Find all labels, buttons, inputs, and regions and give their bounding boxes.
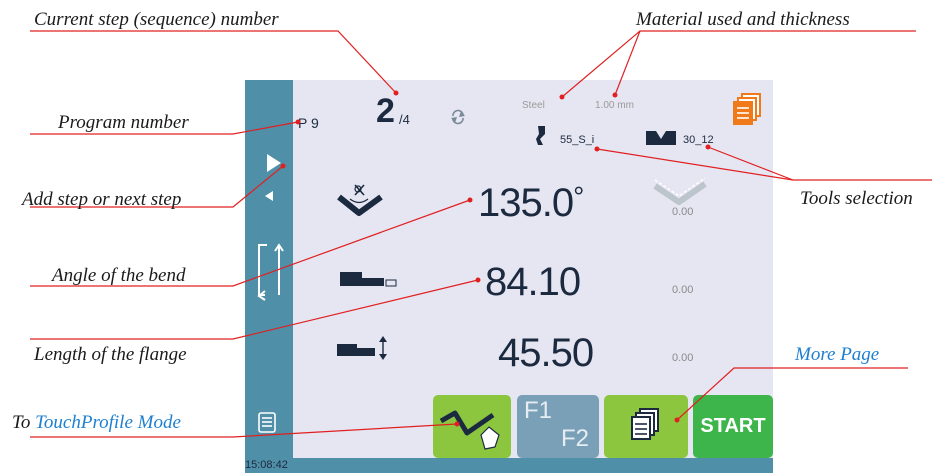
callout-touchprofile-prefix: To	[12, 412, 36, 433]
callout-tools-selection: Tools selection	[800, 188, 913, 209]
callout-touchprofile-link: TouchProfile Mode	[35, 412, 181, 433]
callout-flange-length: Length of the flange	[34, 344, 187, 365]
callout-material: Material used and thickness	[636, 9, 850, 30]
callout-current-step: Current step (sequence) number	[34, 9, 279, 30]
callout-lines	[30, 30, 932, 438]
callout-touchprofile: To TouchProfile Mode	[12, 413, 181, 432]
callout-angle-bend: Angle of the bend	[52, 265, 186, 286]
callout-program-number: Program number	[58, 112, 189, 133]
callout-more-page: More Page	[795, 344, 880, 365]
callout-add-step: Add step or next step	[22, 189, 182, 210]
